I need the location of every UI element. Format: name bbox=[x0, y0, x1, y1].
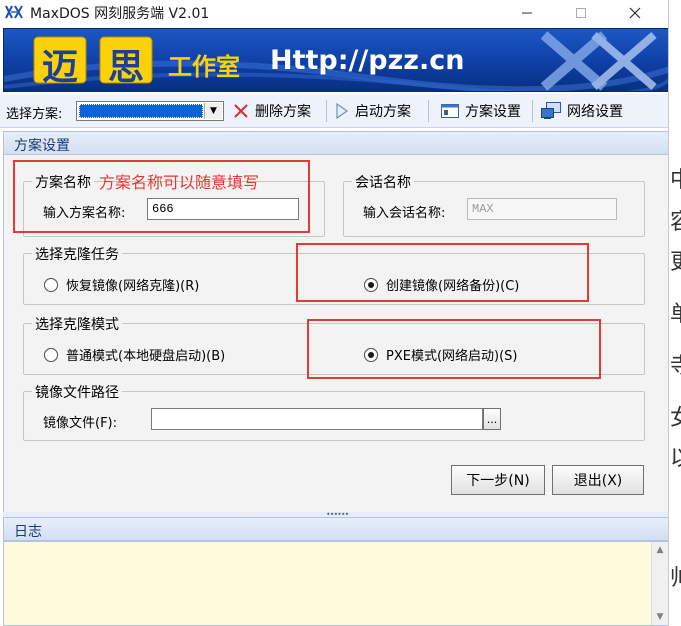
clone-mode-legend: 选择克隆模式 bbox=[32, 314, 122, 334]
image-file-label: 镜像文件(F): bbox=[43, 416, 118, 431]
log-area[interactable]: ▲ ▼ bbox=[3, 541, 668, 626]
chevron-down-icon[interactable]: ▼ bbox=[204, 103, 222, 119]
toolbar-divider bbox=[532, 100, 533, 122]
annotation-note: 方案名称可以随意填写 bbox=[99, 173, 260, 192]
bg-char: 女 bbox=[670, 400, 681, 432]
bg-char: 中 bbox=[670, 162, 681, 194]
restore-image-radio[interactable]: 恢复镜像(网络克隆)(R) bbox=[44, 275, 199, 294]
radio-unchecked-icon bbox=[44, 347, 58, 362]
minimize-button[interactable] bbox=[504, 0, 550, 26]
browse-file-button[interactable]: ... bbox=[483, 408, 501, 430]
bg-char: 容 bbox=[670, 204, 681, 236]
scroll-up-arrow-icon[interactable]: ▲ bbox=[652, 542, 668, 558]
bg-char: 帅 bbox=[670, 560, 681, 592]
scroll-down-arrow-icon[interactable]: ▼ bbox=[652, 609, 668, 625]
app-logo-icon bbox=[5, 4, 23, 20]
image-path-legend: 镜像文件路径 bbox=[32, 382, 122, 402]
next-button[interactable]: 下一步(N) bbox=[451, 465, 545, 495]
normal-mode-radio[interactable]: 普通模式(本地硬盘启动)(B) bbox=[44, 345, 225, 364]
bg-char: 更 bbox=[670, 244, 681, 276]
settings-window-icon bbox=[441, 104, 459, 118]
maximize-icon bbox=[576, 8, 586, 18]
log-title: 日志 bbox=[14, 524, 42, 540]
log-scrollbar[interactable]: ▲ ▼ bbox=[651, 542, 668, 625]
toolbar: 选择方案: ▼ 删除方案 启动方案 方案设置 网络设置 bbox=[0, 94, 668, 128]
image-path-group: 镜像文件路径 镜像文件(F): ... bbox=[23, 382, 645, 441]
image-file-input[interactable] bbox=[151, 408, 483, 430]
network-computer-icon bbox=[541, 102, 561, 119]
background-page-strip: 中 容 更 单 寺 女 以 帅 bbox=[670, 0, 681, 626]
session-name-legend: 会话名称 bbox=[352, 172, 414, 192]
brand-banner: 迈 思 工作室 Http://pzz.cn bbox=[3, 28, 668, 92]
banner-url-text: Http://pzz.cn bbox=[270, 45, 465, 76]
radio-unchecked-icon bbox=[44, 277, 58, 292]
close-button[interactable] bbox=[612, 0, 658, 26]
play-icon bbox=[336, 102, 349, 120]
start-scheme-button[interactable]: 启动方案 bbox=[334, 100, 411, 122]
delete-x-icon bbox=[234, 104, 248, 118]
session-name-label: 输入会话名称: bbox=[363, 206, 446, 221]
network-settings-label: 网络设置 bbox=[567, 104, 623, 120]
banner-logo-char-1: 迈 bbox=[41, 47, 78, 88]
scheme-select-value bbox=[79, 104, 203, 118]
app-window: MaxDOS 网刻服务端 V2.01 迈 思 工作室 Http://pzz.cn… bbox=[0, 0, 669, 626]
clone-task-legend: 选择克隆任务 bbox=[32, 244, 122, 264]
maximize-button[interactable] bbox=[558, 0, 604, 26]
exit-button[interactable]: 退出(X) bbox=[552, 465, 644, 495]
scheme-settings-panel: 方案名称 输入方案名称: 666 会话名称 输入会话名称: MAX 选择克隆任务… bbox=[3, 155, 668, 512]
banner-studio-text: 工作室 bbox=[168, 53, 240, 81]
session-name-group: 会话名称 输入会话名称: MAX bbox=[343, 172, 645, 237]
scheme-select[interactable]: ▼ bbox=[76, 101, 224, 121]
scheme-settings-button[interactable]: 方案设置 bbox=[440, 100, 521, 122]
restore-image-label: 恢复镜像(网络克隆)(R) bbox=[66, 279, 200, 294]
scheme-settings-section-header: 方案设置 bbox=[3, 131, 668, 155]
delete-scheme-label: 删除方案 bbox=[255, 104, 311, 120]
minimize-icon bbox=[522, 12, 532, 14]
toolbar-divider bbox=[428, 100, 429, 122]
scheme-settings-label: 方案设置 bbox=[465, 104, 521, 120]
normal-mode-label: 普通模式(本地硬盘启动)(B) bbox=[66, 349, 226, 364]
scheme-select-label: 选择方案: bbox=[6, 107, 63, 122]
delete-scheme-button[interactable]: 删除方案 bbox=[232, 100, 311, 122]
network-settings-button[interactable]: 网络设置 bbox=[540, 100, 623, 122]
annotation-box-create-image bbox=[296, 243, 589, 302]
banner-logo-char-2: 思 bbox=[107, 47, 144, 88]
title-bar: MaxDOS 网刻服务端 V2.01 bbox=[0, 0, 668, 26]
window-title: MaxDOS 网刻服务端 V2.01 bbox=[30, 6, 210, 22]
close-icon bbox=[629, 7, 641, 19]
log-section-header: 日志 bbox=[3, 517, 668, 541]
toolbar-divider bbox=[326, 100, 327, 122]
section-title: 方案设置 bbox=[14, 138, 70, 154]
bg-char: 单 bbox=[670, 296, 681, 328]
annotation-box-pxe-mode bbox=[307, 319, 601, 379]
bg-char: 以 bbox=[670, 440, 681, 472]
bg-char: 寺 bbox=[670, 348, 681, 380]
session-name-input[interactable]: MAX bbox=[467, 198, 617, 220]
start-scheme-label: 启动方案 bbox=[355, 104, 411, 120]
